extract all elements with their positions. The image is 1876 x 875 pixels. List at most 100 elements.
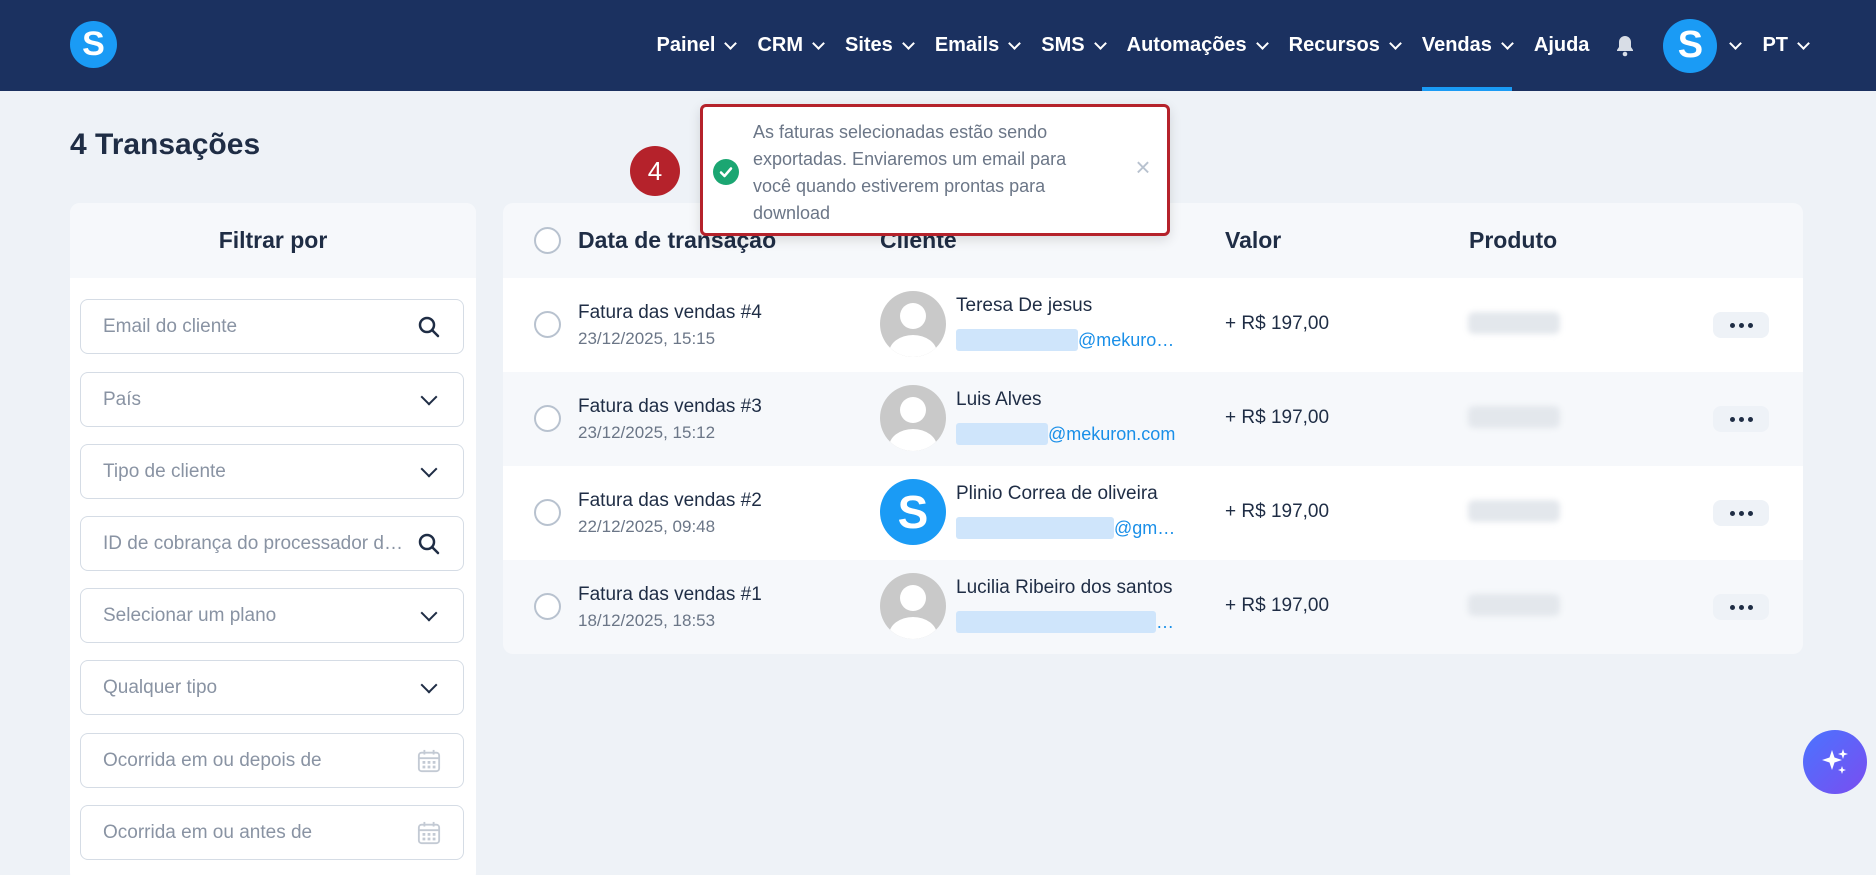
check-circle-icon bbox=[713, 159, 739, 185]
nav-item-sites[interactable]: Sites bbox=[845, 0, 915, 91]
invoice-title[interactable]: Fatura das vendas #3 bbox=[578, 396, 762, 418]
search-icon[interactable] bbox=[417, 532, 441, 556]
ai-assistant-button[interactable] bbox=[1803, 730, 1867, 794]
more-actions-button[interactable] bbox=[1713, 312, 1769, 338]
row-select-checkbox[interactable] bbox=[534, 593, 561, 620]
table-row[interactable]: Fatura das vendas #3 23/12/2025, 15:12 L… bbox=[503, 372, 1803, 466]
processor-charge-id-filter[interactable]: ID de cobrança do processador de pagamen… bbox=[80, 516, 464, 571]
nav-item-automacoes[interactable]: Automações bbox=[1127, 0, 1269, 91]
search-icon[interactable] bbox=[417, 315, 441, 339]
customer-email[interactable]: @gm… bbox=[956, 517, 1175, 539]
more-actions-button[interactable] bbox=[1713, 594, 1769, 620]
notifications-bell-icon[interactable] bbox=[1613, 34, 1637, 58]
customer-name[interactable]: Lucilia Ribeiro dos santos bbox=[956, 577, 1173, 599]
export-success-toast: As faturas selecionadas estão sendo expo… bbox=[700, 104, 1170, 236]
redacted-email-part bbox=[956, 329, 1078, 351]
dot bbox=[1747, 510, 1753, 516]
chevron-down-icon[interactable] bbox=[1729, 36, 1743, 50]
invoice-date: 18/12/2025, 18:53 bbox=[578, 611, 716, 630]
nav-item-sms[interactable]: SMS bbox=[1041, 0, 1107, 91]
customer-email[interactable]: @mekuro… bbox=[956, 329, 1174, 351]
country-select[interactable]: País bbox=[80, 372, 464, 427]
chevron-down-icon bbox=[1501, 36, 1514, 50]
chevron-down-icon bbox=[1388, 36, 1402, 50]
language-selector[interactable]: PT bbox=[1762, 0, 1810, 91]
nav-item-recursos[interactable]: Recursos bbox=[1289, 0, 1402, 91]
invoice-date: 23/12/2025, 15:15 bbox=[578, 329, 716, 348]
customer-name[interactable]: Plinio Correa de oliveira bbox=[956, 483, 1158, 505]
calendar-icon[interactable] bbox=[417, 821, 441, 845]
chevron-down-icon bbox=[1255, 36, 1269, 50]
close-icon[interactable]: × bbox=[1133, 154, 1153, 180]
transactions-table: Data de transação Cliente Valor Produto … bbox=[503, 203, 1803, 654]
column-header-value[interactable]: Valor bbox=[1225, 227, 1281, 254]
table-row[interactable]: Fatura das vendas #2 22/12/2025, 09:48 S… bbox=[503, 466, 1803, 560]
invoice-date: 23/12/2025, 15:12 bbox=[578, 423, 716, 442]
nav-item-ajuda[interactable]: Ajuda bbox=[1534, 0, 1590, 91]
chevron-down-icon bbox=[724, 36, 738, 50]
filter-heading: Filtrar por bbox=[70, 203, 476, 278]
redacted-email-part bbox=[956, 423, 1048, 445]
dot bbox=[1747, 416, 1753, 422]
plan-select[interactable]: Selecionar um plano bbox=[80, 588, 464, 643]
customer-email[interactable]: @mekuron.com bbox=[956, 423, 1175, 445]
filter-panel: Filtrar por Email do cliente País Tipo d… bbox=[70, 203, 476, 875]
chevron-down-icon bbox=[1008, 36, 1022, 50]
type-select[interactable]: Qualquer tipo bbox=[80, 660, 464, 715]
transaction-value: + R$ 197,00 bbox=[1225, 407, 1330, 428]
product-name-redacted bbox=[1468, 406, 1560, 428]
customer-avatar bbox=[880, 385, 946, 451]
redacted-email-part bbox=[956, 517, 1114, 539]
column-header-product[interactable]: Produto bbox=[1469, 227, 1557, 254]
dot bbox=[1729, 322, 1735, 328]
customer-avatar bbox=[880, 291, 946, 357]
transaction-value: + R$ 197,00 bbox=[1225, 313, 1330, 334]
calendar-icon[interactable] bbox=[417, 749, 441, 773]
nav-item-vendas[interactable]: Vendas bbox=[1421, 0, 1514, 91]
customer-type-select[interactable]: Tipo de cliente bbox=[80, 444, 464, 499]
chevron-down-icon bbox=[812, 36, 825, 50]
nav-item-painel[interactable]: Painel bbox=[657, 0, 738, 91]
user-avatar[interactable]: S bbox=[1663, 18, 1718, 73]
main-nav: Painel CRM Sites Emails SMS Automações R… bbox=[635, 0, 1810, 91]
chevron-down-icon bbox=[1797, 36, 1810, 50]
more-actions-button[interactable] bbox=[1713, 406, 1769, 432]
nav-item-crm[interactable]: CRM bbox=[757, 0, 825, 91]
customer-name[interactable]: Luis Alves bbox=[956, 389, 1042, 411]
table-row[interactable]: Fatura das vendas #4 23/12/2025, 15:15 T… bbox=[503, 278, 1803, 372]
product-name-redacted bbox=[1468, 312, 1560, 334]
nav-item-emails[interactable]: Emails bbox=[935, 0, 1022, 91]
chevron-down-icon bbox=[420, 676, 438, 693]
more-actions-button[interactable] bbox=[1713, 500, 1769, 526]
date-to-field[interactable]: Ocorrida em ou antes de bbox=[80, 805, 464, 860]
row-select-checkbox[interactable] bbox=[534, 405, 561, 432]
invoice-title[interactable]: Fatura das vendas #4 bbox=[578, 302, 762, 324]
dot bbox=[1747, 322, 1753, 328]
app-logo[interactable]: S bbox=[70, 21, 117, 68]
table-row[interactable]: Fatura das vendas #1 18/12/2025, 18:53 L… bbox=[503, 560, 1803, 654]
customer-email[interactable]: … bbox=[956, 611, 1174, 633]
chevron-down-icon bbox=[420, 460, 438, 477]
logo-letter: S bbox=[82, 25, 105, 63]
redacted-email-part bbox=[956, 611, 1156, 633]
customer-name[interactable]: Teresa De jesus bbox=[956, 295, 1092, 317]
dot bbox=[1729, 604, 1735, 610]
sparkles-icon bbox=[1822, 749, 1848, 774]
dot bbox=[1729, 416, 1735, 422]
step-number-badge: 4 bbox=[630, 146, 680, 196]
select-all-checkbox[interactable] bbox=[534, 227, 561, 254]
invoice-date: 22/12/2025, 09:48 bbox=[578, 517, 716, 536]
dot bbox=[1729, 510, 1735, 516]
page-title: 4 Transações bbox=[70, 128, 261, 161]
dot bbox=[1738, 510, 1744, 516]
row-select-checkbox[interactable] bbox=[534, 311, 561, 338]
date-from-field[interactable]: Ocorrida em ou depois de bbox=[80, 733, 464, 788]
invoice-title[interactable]: Fatura das vendas #2 bbox=[578, 490, 762, 512]
product-name-redacted bbox=[1468, 500, 1560, 522]
chevron-down-icon bbox=[901, 36, 915, 50]
row-select-checkbox[interactable] bbox=[534, 499, 561, 526]
customer-avatar bbox=[880, 573, 946, 639]
customer-email-filter[interactable]: Email do cliente bbox=[80, 299, 464, 354]
invoice-title[interactable]: Fatura das vendas #1 bbox=[578, 584, 762, 606]
chevron-down-icon bbox=[1093, 36, 1107, 50]
